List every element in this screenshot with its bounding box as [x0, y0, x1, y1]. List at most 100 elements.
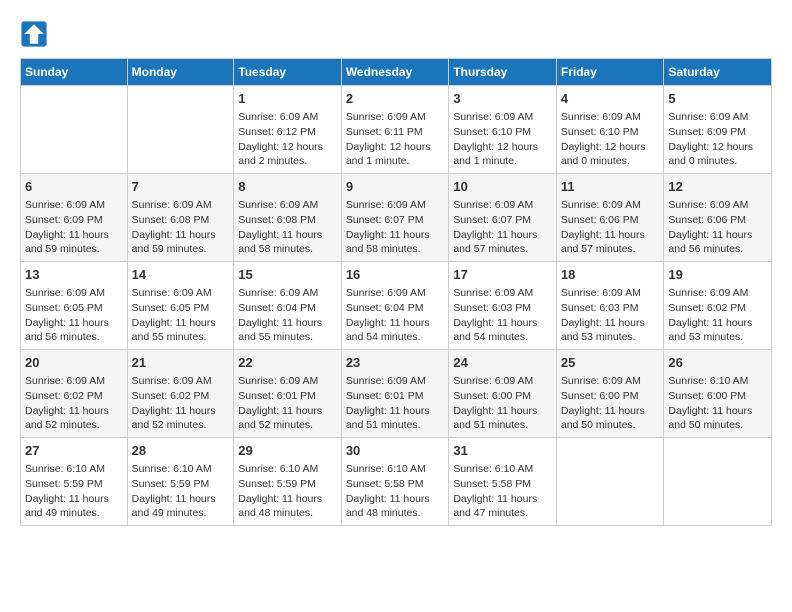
day-number: 22: [238, 354, 337, 372]
week-row-2: 6 Sunrise: 6:09 AM Sunset: 6:09 PM Daylig…: [21, 174, 772, 262]
calendar-cell: 15 Sunrise: 6:09 AM Sunset: 6:04 PM Dayli…: [234, 262, 342, 350]
calendar-cell: 29 Sunrise: 6:10 AM Sunset: 5:59 PM Dayli…: [234, 438, 342, 526]
day-info: Sunrise: 6:09 AM Sunset: 6:10 PM Dayligh…: [561, 110, 660, 169]
logo: [20, 20, 52, 48]
day-info: Sunrise: 6:09 AM Sunset: 6:03 PM Dayligh…: [561, 286, 660, 345]
calendar-cell: 8 Sunrise: 6:09 AM Sunset: 6:08 PM Daylig…: [234, 174, 342, 262]
day-info: Sunrise: 6:09 AM Sunset: 6:04 PM Dayligh…: [346, 286, 445, 345]
week-row-1: 1 Sunrise: 6:09 AM Sunset: 6:12 PM Daylig…: [21, 86, 772, 174]
calendar-cell: 30 Sunrise: 6:10 AM Sunset: 5:58 PM Dayli…: [341, 438, 449, 526]
day-info: Sunrise: 6:09 AM Sunset: 6:06 PM Dayligh…: [561, 198, 660, 257]
day-number: 12: [668, 178, 767, 196]
calendar-cell: 6 Sunrise: 6:09 AM Sunset: 6:09 PM Daylig…: [21, 174, 128, 262]
day-number: 7: [132, 178, 230, 196]
calendar-cell: 20Sunrise: 6:09 AM Sunset: 6:02 PM Dayli…: [21, 350, 128, 438]
week-row-3: 13 Sunrise: 6:09 AM Sunset: 6:05 PM Dayli…: [21, 262, 772, 350]
day-info: Sunrise: 6:09 AM Sunset: 6:02 PM Dayligh…: [668, 286, 767, 345]
calendar-cell: 26Sunrise: 6:10 AM Sunset: 6:00 PM Dayli…: [664, 350, 772, 438]
calendar-cell: [556, 438, 664, 526]
day-info: Sunrise: 6:09 AM Sunset: 6:08 PM Dayligh…: [132, 198, 230, 257]
calendar-cell: 13 Sunrise: 6:09 AM Sunset: 6:05 PM Dayli…: [21, 262, 128, 350]
day-number: 30: [346, 442, 445, 460]
day-number: 1: [238, 90, 337, 108]
calendar-cell: 12 Sunrise: 6:09 AM Sunset: 6:06 PM Dayli…: [664, 174, 772, 262]
day-info: Sunrise: 6:09 AM Sunset: 6:02 PM Dayligh…: [25, 374, 123, 433]
day-number: 14: [132, 266, 230, 284]
page-header: [20, 20, 772, 48]
day-number: 5: [668, 90, 767, 108]
day-number: 16: [346, 266, 445, 284]
calendar-cell: 25 Sunrise: 6:09 AM Sunset: 6:00 PM Dayli…: [556, 350, 664, 438]
calendar-cell: 18 Sunrise: 6:09 AM Sunset: 6:03 PM Dayli…: [556, 262, 664, 350]
day-number: 10: [453, 178, 552, 196]
day-info: Sunrise: 6:09 AM Sunset: 6:10 PM Dayligh…: [453, 110, 552, 169]
calendar-cell: 16 Sunrise: 6:09 AM Sunset: 6:04 PM Dayli…: [341, 262, 449, 350]
day-info: Sunrise: 6:09 AM Sunset: 6:07 PM Dayligh…: [453, 198, 552, 257]
header-wednesday: Wednesday: [341, 59, 449, 86]
day-number: 4: [561, 90, 660, 108]
calendar-cell: 5 Sunrise: 6:09 AM Sunset: 6:09 PM Daylig…: [664, 86, 772, 174]
day-info: Sunrise: 6:09 AM Sunset: 6:01 PM Dayligh…: [238, 374, 337, 433]
calendar-cell: 19 Sunrise: 6:09 AM Sunset: 6:02 PM Dayli…: [664, 262, 772, 350]
day-info: Sunrise: 6:09 AM Sunset: 6:08 PM Dayligh…: [238, 198, 337, 257]
day-number: 28: [132, 442, 230, 460]
header-monday: Monday: [127, 59, 234, 86]
day-info: Sunrise: 6:09 AM Sunset: 6:00 PM Dayligh…: [561, 374, 660, 433]
day-info: Sunrise: 6:10 AM Sunset: 5:59 PM Dayligh…: [25, 462, 123, 521]
day-number: 19: [668, 266, 767, 284]
day-info: Sunrise: 6:09 AM Sunset: 6:05 PM Dayligh…: [25, 286, 123, 345]
day-number: 24: [453, 354, 552, 372]
header-friday: Friday: [556, 59, 664, 86]
day-number: 9: [346, 178, 445, 196]
day-info: Sunrise: 6:09 AM Sunset: 6:04 PM Dayligh…: [238, 286, 337, 345]
day-info: Sunrise: 6:10 AM Sunset: 5:59 PM Dayligh…: [238, 462, 337, 521]
day-info: Sunrise: 6:09 AM Sunset: 6:02 PM Dayligh…: [132, 374, 230, 433]
day-info: Sunrise: 6:10 AM Sunset: 5:58 PM Dayligh…: [346, 462, 445, 521]
calendar-cell: 23 Sunrise: 6:09 AM Sunset: 6:01 PM Dayli…: [341, 350, 449, 438]
day-info: Sunrise: 6:09 AM Sunset: 6:01 PM Dayligh…: [346, 374, 445, 433]
week-row-4: 20Sunrise: 6:09 AM Sunset: 6:02 PM Dayli…: [21, 350, 772, 438]
header-saturday: Saturday: [664, 59, 772, 86]
calendar-cell: 2Sunrise: 6:09 AM Sunset: 6:11 PM Daylig…: [341, 86, 449, 174]
day-info: Sunrise: 6:09 AM Sunset: 6:00 PM Dayligh…: [453, 374, 552, 433]
day-number: 21: [132, 354, 230, 372]
day-info: Sunrise: 6:09 AM Sunset: 6:05 PM Dayligh…: [132, 286, 230, 345]
day-number: 23: [346, 354, 445, 372]
day-number: 18: [561, 266, 660, 284]
day-number: 27: [25, 442, 123, 460]
day-number: 15: [238, 266, 337, 284]
day-info: Sunrise: 6:09 AM Sunset: 6:09 PM Dayligh…: [668, 110, 767, 169]
day-number: 8: [238, 178, 337, 196]
logo-icon: [20, 20, 48, 48]
day-info: Sunrise: 6:10 AM Sunset: 6:00 PM Dayligh…: [668, 374, 767, 433]
calendar-cell: 3 Sunrise: 6:09 AM Sunset: 6:10 PM Daylig…: [449, 86, 557, 174]
day-number: 6: [25, 178, 123, 196]
calendar-cell: 27 Sunrise: 6:10 AM Sunset: 5:59 PM Dayli…: [21, 438, 128, 526]
day-number: 13: [25, 266, 123, 284]
calendar-header: SundayMondayTuesdayWednesdayThursdayFrid…: [21, 59, 772, 86]
calendar-cell: [21, 86, 128, 174]
calendar-cell: 10 Sunrise: 6:09 AM Sunset: 6:07 PM Dayli…: [449, 174, 557, 262]
calendar-cell: 28Sunrise: 6:10 AM Sunset: 5:59 PM Dayli…: [127, 438, 234, 526]
calendar-cell: 11 Sunrise: 6:09 AM Sunset: 6:06 PM Dayli…: [556, 174, 664, 262]
day-info: Sunrise: 6:09 AM Sunset: 6:12 PM Dayligh…: [238, 110, 337, 169]
header-sunday: Sunday: [21, 59, 128, 86]
day-info: Sunrise: 6:10 AM Sunset: 5:58 PM Dayligh…: [453, 462, 552, 521]
day-number: 3: [453, 90, 552, 108]
day-number: 17: [453, 266, 552, 284]
header-tuesday: Tuesday: [234, 59, 342, 86]
calendar-cell: 14 Sunrise: 6:09 AM Sunset: 6:05 PM Dayli…: [127, 262, 234, 350]
calendar-cell: 22 Sunrise: 6:09 AM Sunset: 6:01 PM Dayli…: [234, 350, 342, 438]
day-info: Sunrise: 6:09 AM Sunset: 6:06 PM Dayligh…: [668, 198, 767, 257]
day-number: 11: [561, 178, 660, 196]
day-info: Sunrise: 6:09 AM Sunset: 6:03 PM Dayligh…: [453, 286, 552, 345]
calendar-cell: [664, 438, 772, 526]
day-number: 29: [238, 442, 337, 460]
day-info: Sunrise: 6:09 AM Sunset: 6:11 PM Dayligh…: [346, 110, 445, 169]
calendar-cell: 7 Sunrise: 6:09 AM Sunset: 6:08 PM Daylig…: [127, 174, 234, 262]
calendar-cell: 9Sunrise: 6:09 AM Sunset: 6:07 PM Daylig…: [341, 174, 449, 262]
day-info: Sunrise: 6:09 AM Sunset: 6:09 PM Dayligh…: [25, 198, 123, 257]
calendar-cell: 17 Sunrise: 6:09 AM Sunset: 6:03 PM Dayli…: [449, 262, 557, 350]
day-number: 25: [561, 354, 660, 372]
calendar-cell: 24 Sunrise: 6:09 AM Sunset: 6:00 PM Dayli…: [449, 350, 557, 438]
